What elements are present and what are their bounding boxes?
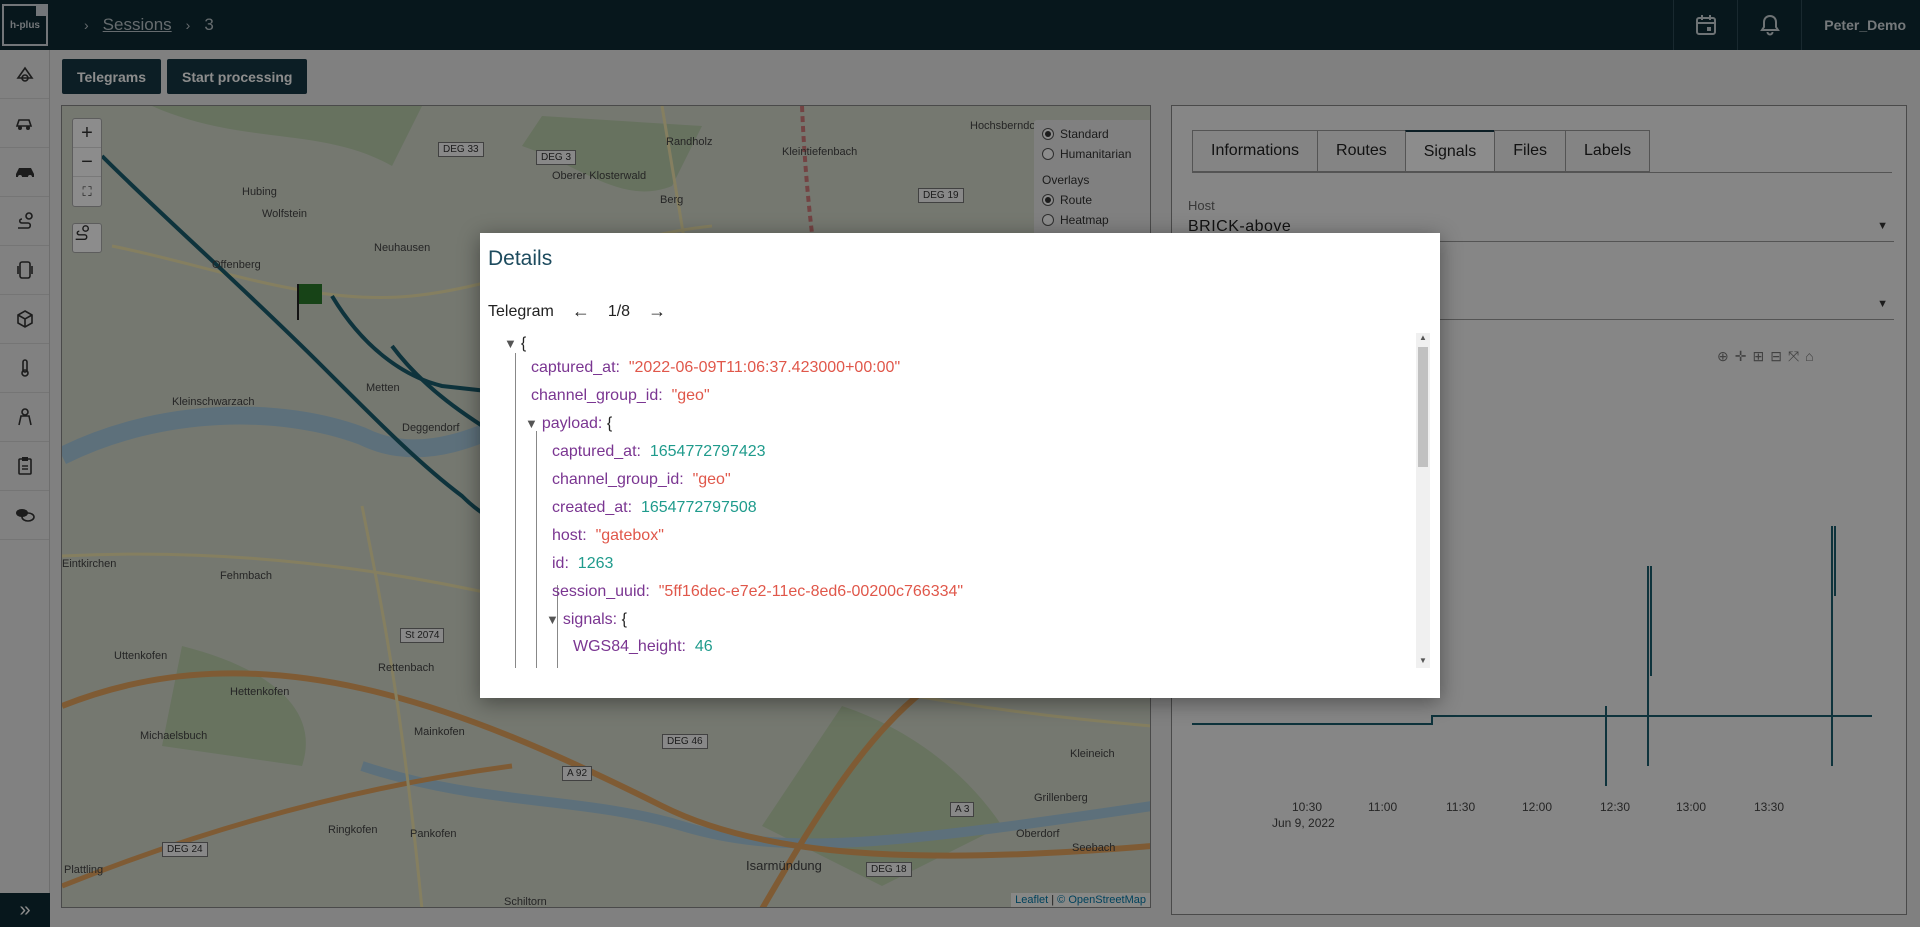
json-value: "5ff16dec-e7e2-11ec-8ed6-00200c766334" [658,583,964,600]
json-entry: channel_group_id: "geo" [531,385,710,407]
json-entry: captured_at: 1654772797423 [552,441,766,463]
dialog-title: Details [488,247,553,270]
json-key: channel_group_id: [552,471,684,488]
json-entry: channel_group_id: "geo" [552,469,731,491]
tree-guide [515,353,516,668]
json-entry: session_uuid: "5ff16dec-e7e2-11ec-8ed6-0… [552,581,963,603]
scroll-down-icon[interactable]: ▼ [1416,656,1430,668]
json-root[interactable]: ▼{ [504,333,526,355]
json-scrollbar[interactable]: ▲ ▼ [1416,333,1430,668]
tree-guide [536,431,537,668]
telegram-label: Telegram [488,302,554,320]
details-dialog: Details Telegram ← 1/8 → ▼{ captured_at:… [480,233,1440,698]
json-key: captured_at: [552,443,641,460]
telegram-navigation: Telegram ← 1/8 → [488,301,666,322]
scroll-thumb[interactable] [1418,347,1428,467]
json-value: "geo" [671,387,710,404]
json-value: 46 [694,638,713,655]
json-entry: created_at: 1654772797508 [552,497,757,519]
json-key: session_uuid: [552,583,650,600]
json-key: WGS84_height: [573,638,686,655]
json-value: "geo" [692,471,731,488]
json-value: "2022-06-09T11:06:37.423000+00:00" [628,359,901,376]
scroll-up-icon[interactable]: ▲ [1416,333,1430,345]
json-signals-node[interactable]: ▼ signals: { [546,609,627,631]
json-key: host: [552,527,587,544]
json-tree: ▼{ captured_at: "2022-06-09T11:06:37.423… [504,333,1400,668]
json-payload-node[interactable]: ▼ payload: { [525,413,612,435]
telegram-position: 1/8 [607,302,631,320]
collapse-triangle-icon[interactable]: ▼ [504,336,517,351]
json-entry: captured_at: "2022-06-09T11:06:37.423000… [531,357,900,379]
json-entry: host: "gatebox" [552,525,664,547]
json-entry: WGS84_height: 46 [573,636,713,658]
previous-arrow-icon[interactable]: ← [572,301,590,322]
json-entry: id: 1263 [552,553,613,575]
json-value: "gatebox" [595,527,664,544]
collapse-triangle-icon[interactable]: ▼ [525,416,538,431]
json-value: 1654772797508 [640,499,757,516]
json-value: 1263 [577,555,614,572]
json-key: channel_group_id: [531,387,663,404]
json-key: id: [552,555,569,572]
json-value: 1654772797423 [649,443,766,460]
json-key: captured_at: [531,359,620,376]
next-arrow-icon[interactable]: → [648,301,666,322]
collapse-triangle-icon[interactable]: ▼ [546,612,559,627]
json-key: created_at: [552,499,633,516]
